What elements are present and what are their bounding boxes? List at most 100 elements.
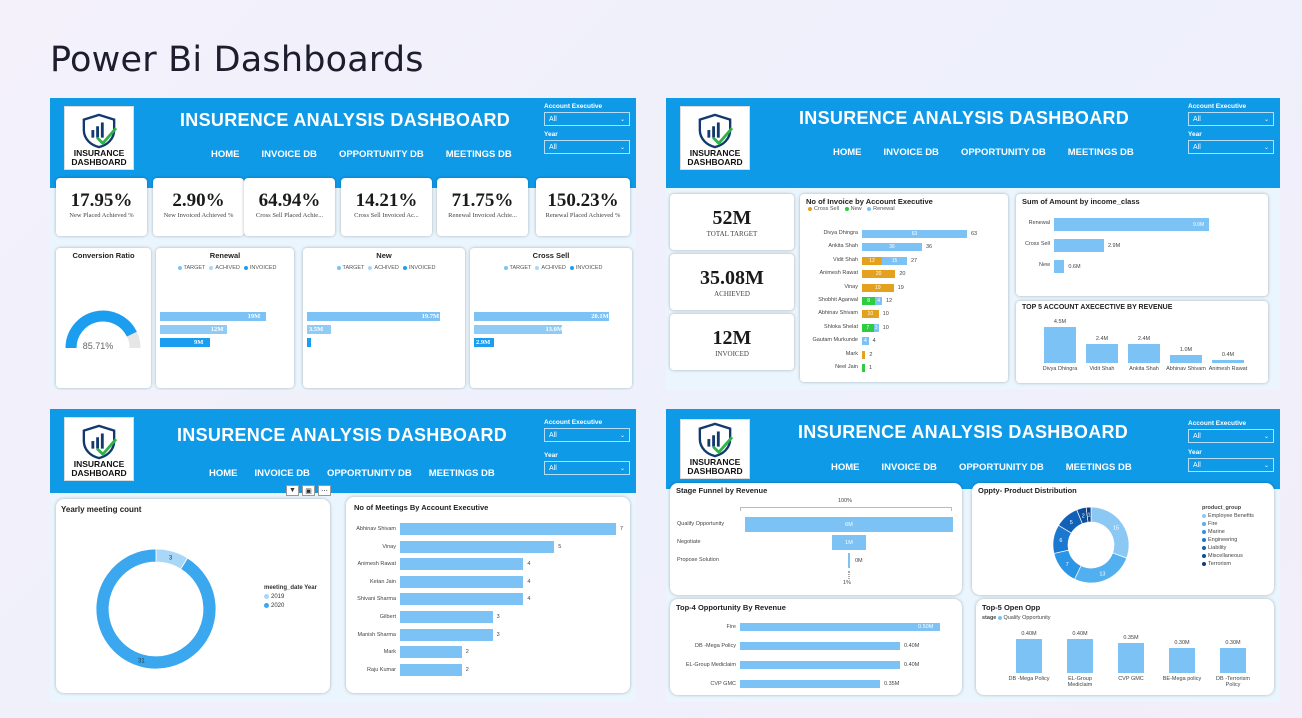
nav-meetings-db[interactable]: MEETINGS DB: [446, 149, 512, 160]
meeting-row-label: Gilbert: [379, 614, 396, 620]
funnel-bottom-label: 1%: [843, 580, 851, 586]
kpi-card[interactable]: 150.23% Renewal Placed Achieved %: [536, 178, 630, 236]
meeting-bar-value: 2: [465, 666, 469, 673]
bullet-chart-card[interactable]: Cross Sell TARGET ACHIVED INVOICED 20.1M 13.0…: [470, 248, 632, 388]
product-distribution-card[interactable]: Oppty- Product Distribution 15 13 7 6 5 2 1 pr…: [972, 483, 1274, 595]
legend-dot-icon: [569, 265, 574, 270]
account-executive-dropdown[interactable]: All ⌄: [1188, 429, 1274, 443]
nav-home[interactable]: HOME: [209, 468, 238, 479]
funnel-bottom-line: [848, 571, 850, 579]
year-dropdown[interactable]: All ⌄: [1188, 140, 1274, 154]
nav-home[interactable]: HOME: [211, 149, 240, 160]
top5-bar-label: Abhinav Shivam: [1166, 366, 1206, 372]
product-legend-item: Marine: [1202, 529, 1254, 535]
dashboard-panel-invoice[interactable]: INSURANCE DASHBOARD INSURENCE ANALYSIS DA…: [666, 98, 1280, 390]
meeting-bar: [400, 540, 555, 553]
legend-label: TARGET: [342, 265, 365, 271]
stage-funnel-card[interactable]: Stage Funnel by Revenue 100% Qualify Oppo…: [670, 483, 962, 595]
year-dropdown[interactable]: All ⌄: [544, 140, 630, 154]
meeting-bar-value: 3: [496, 614, 500, 620]
meeting-row-label: Mark: [383, 649, 396, 656]
kpi-card[interactable]: 64.94% Cross Sell Placed Achie...: [244, 178, 335, 236]
legend-dot-icon: [243, 265, 248, 270]
legend-new: New: [850, 206, 862, 212]
bullet-bar-label: 20.1M: [591, 313, 609, 320]
top4-bar: [740, 661, 900, 669]
top5-executive-card[interactable]: TOP 5 ACCOUNT AXECECTIVE BY REVENUE 4.5M…: [1016, 301, 1268, 383]
nav-invoice-db[interactable]: INVOICE DB: [262, 149, 317, 160]
account-executive-dropdown[interactable]: All ⌄: [544, 428, 630, 442]
invoice-row-label: Animesh Rawat: [819, 270, 858, 277]
donut-slice-label: 1: [1088, 513, 1091, 519]
bullet-bar-label: 12M: [210, 326, 224, 333]
bullet-bar-label: 9M: [194, 339, 204, 346]
account-executive-dropdown[interactable]: All ⌄: [1188, 112, 1274, 126]
top5-open-title: Top-5 Open Opp: [982, 603, 1041, 612]
kpi-card[interactable]: 12M INVOICED: [670, 314, 794, 370]
account-executive-dropdown[interactable]: All ⌄: [544, 112, 630, 126]
top5-open-opp-card[interactable]: Top-5 Open Opp stage Qualify Opportunity…: [976, 599, 1274, 695]
legend-label: INVOICED: [575, 265, 603, 271]
nav-home[interactable]: HOME: [831, 462, 860, 473]
kpi-value: 150.23%: [547, 190, 619, 211]
dashboard-title: INSURENCE ANALYSIS DASHBOARD: [798, 422, 1129, 442]
donut-slice-label: 31: [138, 658, 145, 664]
invoice-segment-label: 36: [889, 244, 895, 251]
meeting-bar: [400, 628, 493, 641]
bullet-bar-label: 13.0M: [545, 326, 564, 333]
invoice-row-label: Mark: [845, 350, 858, 357]
conversion-ratio-card[interactable]: Conversion Ratio 85.71%: [56, 248, 151, 388]
year-dropdown[interactable]: All ⌄: [1188, 458, 1274, 472]
nav-home[interactable]: HOME: [833, 147, 862, 158]
nav-opportunity-db[interactable]: OPPORTUNITY DB: [327, 468, 412, 479]
top5-open-bar: [1016, 639, 1042, 673]
kpi-label: New Invoiced Achieved %: [163, 212, 234, 219]
nav-opportunity-db[interactable]: OPPORTUNITY DB: [961, 147, 1046, 158]
kpi-card[interactable]: 14.21% Cross Sell Invoiced Ac...: [341, 178, 432, 236]
top5-open-bar-value: 0.30M: [1225, 639, 1241, 646]
kpi-card[interactable]: 2.90% New Invoiced Achieved %: [153, 178, 244, 236]
nav-opportunity-db[interactable]: OPPORTUNITY DB: [959, 462, 1044, 473]
dashboard-panel-overview[interactable]: INSURANCE DASHBOARD INSURENCE ANALYSIS DA…: [50, 98, 636, 390]
legend-label: Employee Benefits: [1208, 513, 1254, 519]
logo-line2: DASHBOARD: [687, 466, 743, 476]
income-class-card[interactable]: Sum of Amount by income_class Renewal 9.0…: [1016, 194, 1268, 296]
product-legend-item: Fire: [1202, 521, 1254, 527]
product-legend-item: Engineering: [1202, 537, 1254, 543]
kpi-card[interactable]: 71.75% Renewal Invoiced Achie...: [437, 178, 528, 236]
invoice-row-label: Ankita Shah: [828, 243, 858, 250]
invoice-segment-label: 4: [863, 338, 867, 345]
kpi-card[interactable]: 17.95% New Placed Achieved %: [56, 178, 147, 236]
bullet-chart-card[interactable]: New TARGET ACHIVED INVOICED 19.7M 3.5M: [303, 248, 465, 388]
year-dropdown[interactable]: All ⌄: [544, 461, 630, 475]
dashboard-panel-opportunity[interactable]: INSURANCE DASHBOARD INSURENCE ANALYSIS DA…: [666, 409, 1280, 702]
nav-meetings-db[interactable]: MEETINGS DB: [1068, 147, 1134, 158]
yearly-donut: 331: [95, 548, 217, 670]
nav-invoice-db[interactable]: INVOICE DB: [255, 468, 310, 479]
focus-icon[interactable]: ▣: [302, 485, 315, 496]
kpi-card[interactable]: 52M TOTAL TARGET: [670, 194, 794, 250]
invoice-by-executive-card[interactable]: No of Invoice by Account Executive Cross…: [800, 194, 1008, 382]
chevron-down-icon: ⌄: [619, 465, 625, 472]
visual-toolbar: ▼ ▣ ⋯: [286, 485, 331, 496]
kpi-value: 64.94%: [258, 190, 321, 211]
yearly-meeting-card[interactable]: Yearly meeting count 3 31 meeting_date Ye…: [56, 499, 330, 693]
nav-opportunity-db[interactable]: OPPORTUNITY DB: [339, 149, 424, 160]
dashboard-panel-meetings[interactable]: INSURANCE DASHBOARD INSURENCE ANALYSIS DA…: [50, 409, 636, 702]
invoice-row-label: Vinay: [844, 283, 858, 290]
top4-opportunity-card[interactable]: Top-4 Opportunity By Revenue Fire 0.50M DB…: [670, 599, 962, 695]
top5-open-bar-label: CVP GMC: [1118, 676, 1144, 682]
nav-invoice-db[interactable]: INVOICE DB: [882, 462, 937, 473]
nav-meetings-db[interactable]: MEETINGS DB: [1066, 462, 1132, 473]
filter-icon[interactable]: ▼: [286, 485, 299, 496]
legend-dot-icon: [503, 265, 508, 270]
bullet-chart-card[interactable]: Renewal TARGET ACHIVED INVOICED 19M 12M 9M: [156, 248, 294, 388]
top5-open-bar: [1067, 639, 1093, 673]
more-icon[interactable]: ⋯: [318, 485, 331, 496]
kpi-card[interactable]: 35.08M ACHIEVED: [670, 254, 794, 310]
meetings-by-executive-card[interactable]: No of Meetings By Account Executive Abhi…: [346, 497, 630, 693]
nav-invoice-db[interactable]: INVOICE DB: [884, 147, 939, 158]
nav-meetings-db[interactable]: MEETINGS DB: [429, 468, 495, 479]
bullet-legend: TARGET ACHIVED INVOICED: [303, 265, 465, 271]
dashboard-title: INSURENCE ANALYSIS DASHBOARD: [180, 110, 511, 130]
